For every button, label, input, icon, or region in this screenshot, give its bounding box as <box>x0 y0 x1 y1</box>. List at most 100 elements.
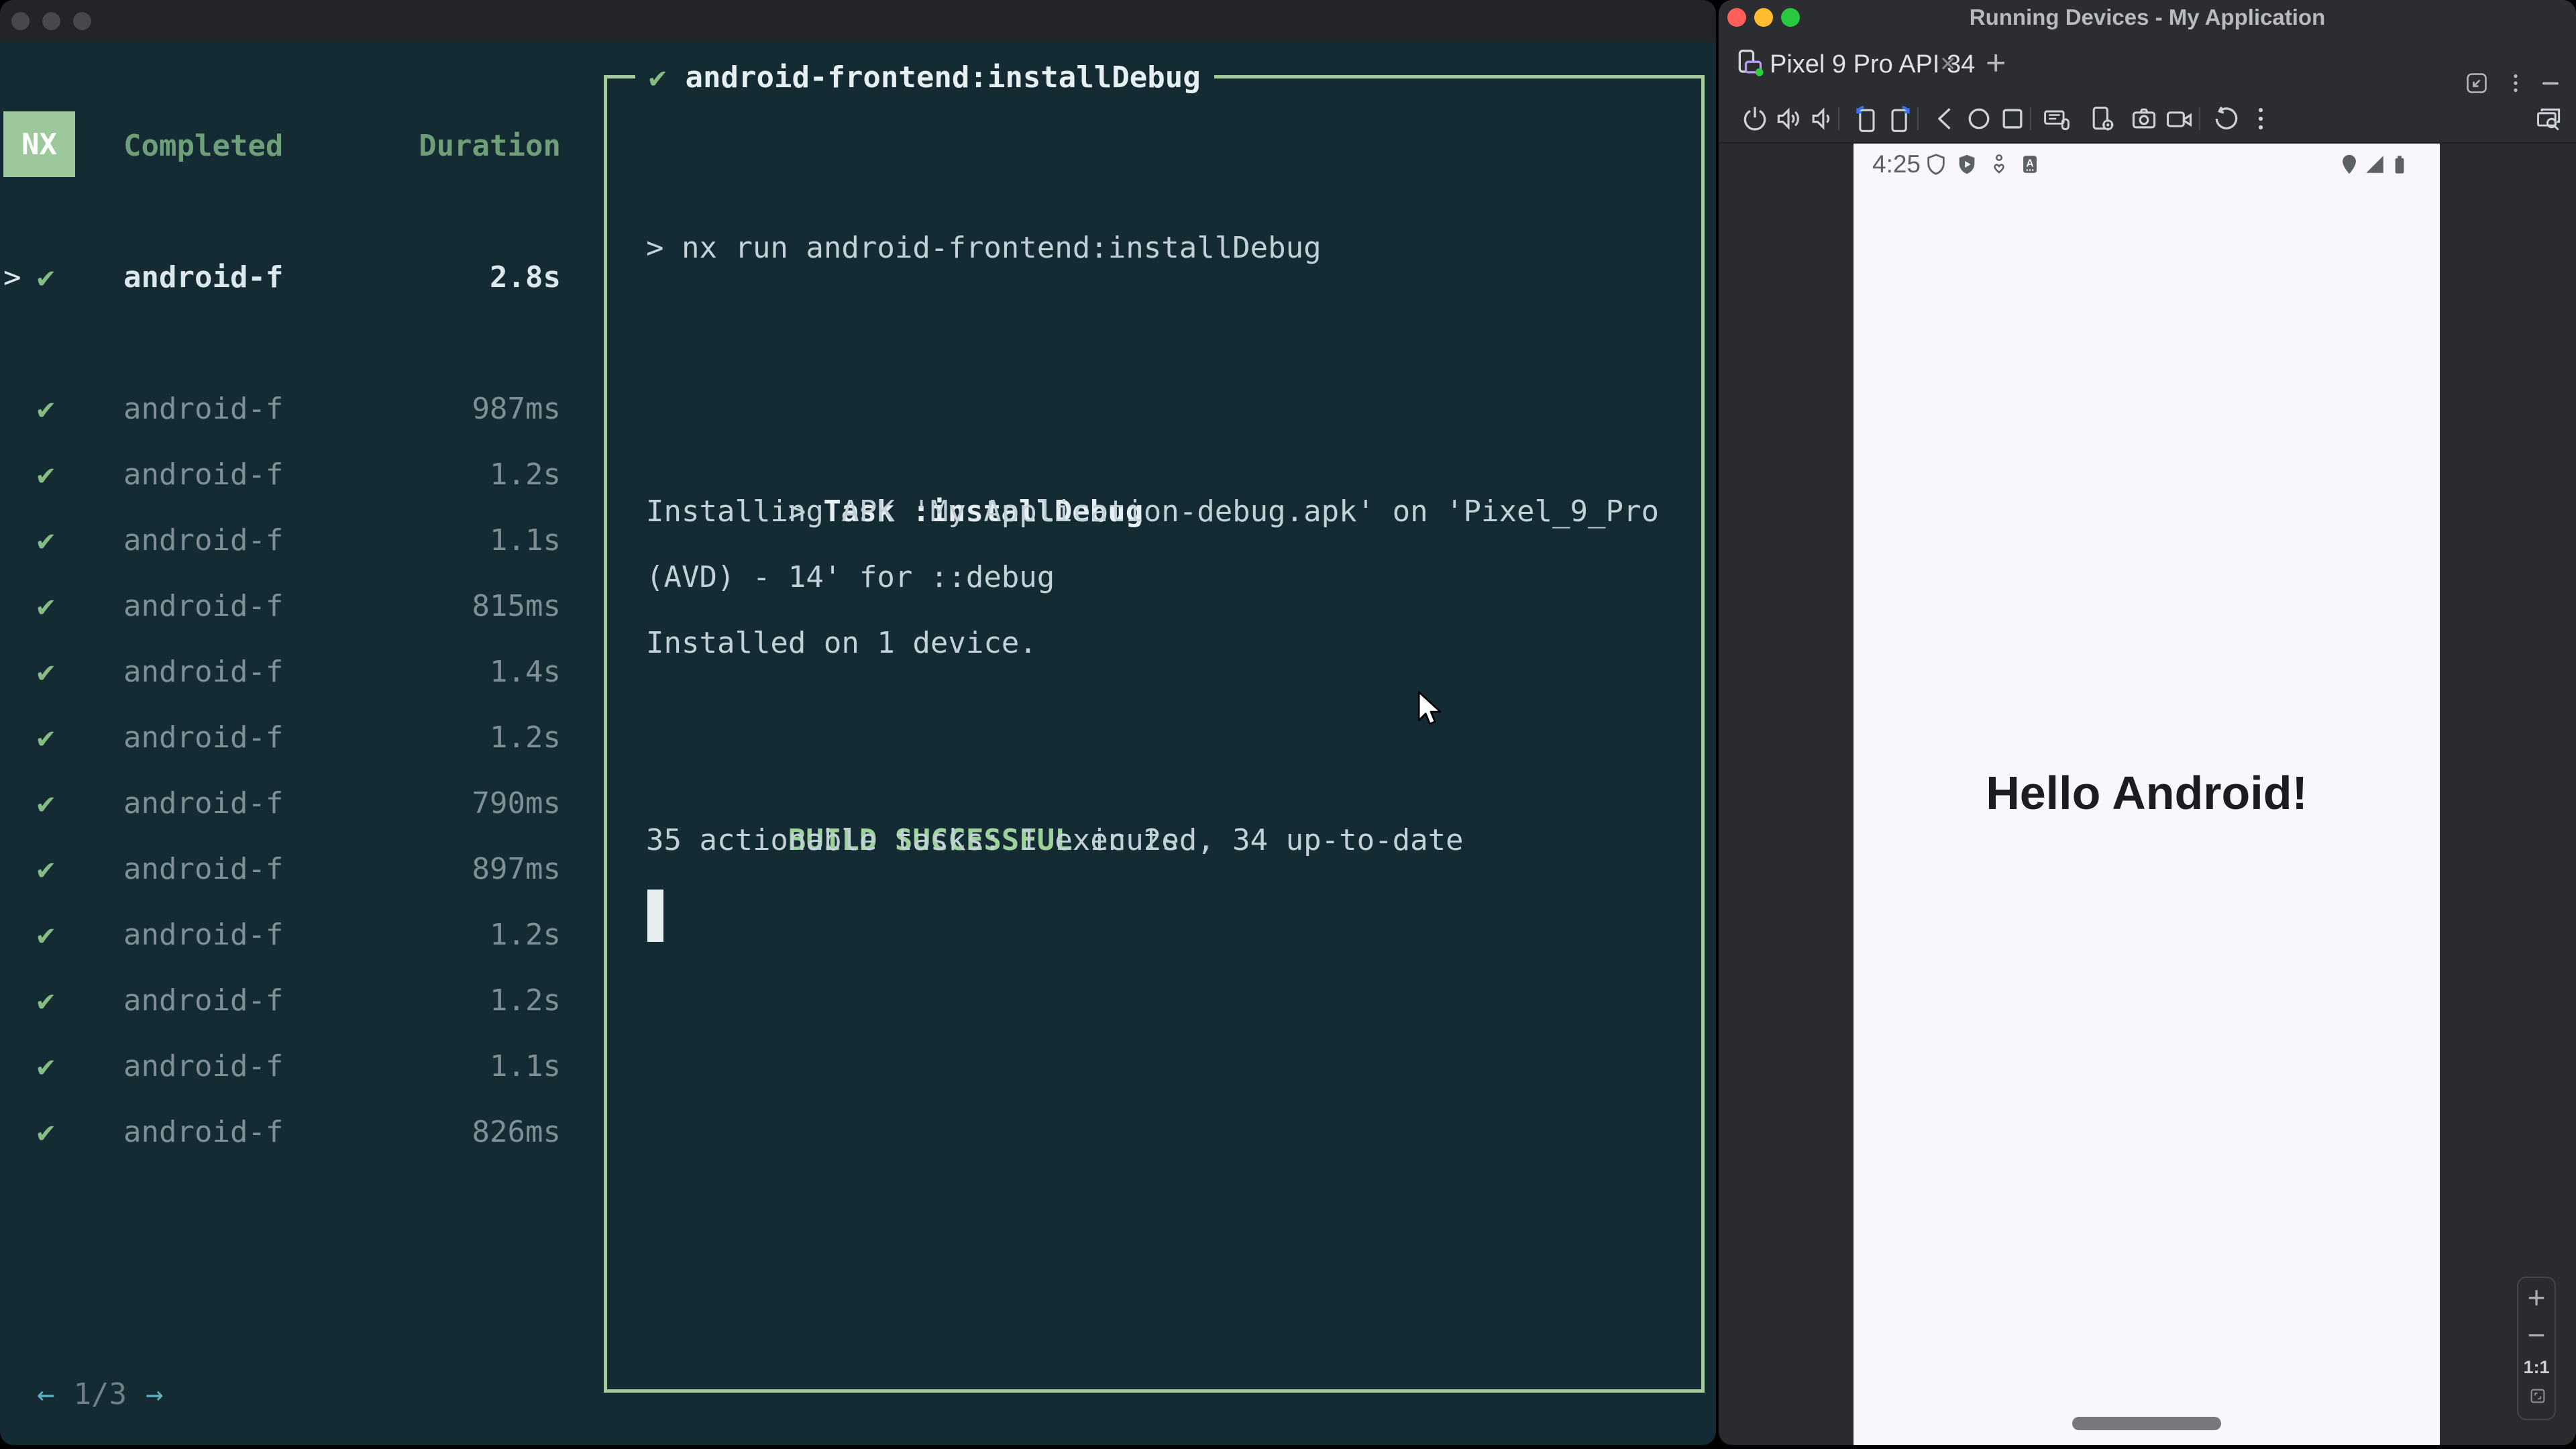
device-toolbar <box>1719 94 2576 144</box>
task-name: android-f <box>123 523 284 557</box>
task-name: android-f <box>123 720 284 755</box>
emulator-screen[interactable]: 4:25 A Hello Android! <box>1854 144 2440 1445</box>
check-icon: ✔ <box>37 720 55 755</box>
task-list-header: Completed Duration <box>0 113 561 179</box>
task-name: android-f <box>123 589 284 623</box>
window-zoom-button[interactable] <box>73 12 91 30</box>
hello-android-text: Hello Android! <box>1986 767 2308 819</box>
success-check-icon: ✔ <box>649 60 667 95</box>
running-devices-window: Running Devices - My Application Pixel 9… <box>1719 0 2576 1445</box>
install-line-2: (AVD) - 14' for ::debug <box>646 560 1055 594</box>
install-line-3: Installed on 1 device. <box>646 626 1037 660</box>
volume-down-icon[interactable] <box>1807 104 1837 133</box>
page-prev-arrow[interactable]: ← <box>37 1377 55 1411</box>
output-task-title: android-frontend:installDebug <box>685 60 1201 95</box>
zoom-in-button[interactable]: + <box>2518 1279 2555 1316</box>
task-row[interactable]: ✔ android-f 1.1s <box>0 1034 561 1099</box>
command-line: > nx run android-frontend:installDebug <box>646 231 1322 265</box>
task-row[interactable]: ✔ android-f 1.2s <box>0 902 561 968</box>
zoom-tools-icon[interactable] <box>2534 104 2564 133</box>
task-name: android-f <box>123 260 284 294</box>
selection-caret-icon: > <box>3 260 21 294</box>
back-icon[interactable] <box>1931 104 1960 133</box>
task-duration: 1.4s <box>490 655 561 689</box>
volume-up-icon[interactable] <box>1774 104 1803 133</box>
device-settings-icon[interactable] <box>2088 104 2117 133</box>
play-protect-icon <box>1959 154 1975 174</box>
task-row-selected[interactable]: > ✔ android-f 2.8s <box>0 245 561 311</box>
task-duration: 1.2s <box>490 720 561 755</box>
screen-record-icon[interactable] <box>2164 104 2194 133</box>
window-close-button[interactable] <box>11 12 30 30</box>
task-row[interactable]: ✔ android-f 826ms <box>0 1099 561 1165</box>
task-row[interactable]: ✔ android-f 815ms <box>0 574 561 639</box>
zoom-out-button[interactable]: − <box>2518 1317 2555 1353</box>
rotate-right-icon[interactable] <box>1885 104 1915 133</box>
task-row[interactable]: ✔ android-f 1.4s <box>0 639 561 705</box>
gradle-task-line: > Task :installDebug <box>646 413 1143 529</box>
window-title: Running Devices - My Application <box>1969 5 2326 30</box>
check-icon: ✔ <box>37 852 55 886</box>
emulator-status-bar: 4:25 A <box>1854 144 2440 186</box>
rotate-left-icon[interactable] <box>1851 104 1881 133</box>
check-icon: ✔ <box>37 1049 55 1083</box>
tab-close-icon[interactable]: × <box>1940 35 1955 94</box>
task-row[interactable]: ✔ android-f 1.2s <box>0 442 561 508</box>
task-list-rows: ✔ android-f 987ms ✔ android-f 1.2s ✔ and… <box>0 376 561 1165</box>
duration-column-header: Duration <box>419 129 561 163</box>
new-tab-button[interactable]: + <box>1986 35 2006 94</box>
terminal-titlebar[interactable] <box>0 0 1716 42</box>
task-row[interactable]: ✔ android-f 1.1s <box>0 508 561 574</box>
zoom-controls: + − 1:1 <box>2517 1277 2556 1420</box>
toolbar-separator <box>2199 107 2200 130</box>
hardware-input-icon[interactable] <box>2042 104 2072 133</box>
task-duration: 2.8s <box>490 260 561 294</box>
toolbar-separator <box>2030 107 2031 130</box>
hide-panel-icon[interactable] <box>2538 71 2563 95</box>
task-name: android-f <box>123 392 284 426</box>
overview-icon[interactable] <box>1998 104 2027 133</box>
completed-column-header: Completed <box>123 129 284 163</box>
zoom-ratio-label[interactable]: 1:1 <box>2518 1357 2555 1378</box>
page-indicator: 1/3 <box>73 1377 127 1411</box>
task-row[interactable]: ✔ android-f 1.2s <box>0 968 561 1034</box>
task-row[interactable]: ✔ android-f 790ms <box>0 771 561 837</box>
svg-text:A: A <box>2026 158 2033 170</box>
page-next-arrow[interactable]: → <box>146 1377 164 1411</box>
mouse-cursor <box>1417 691 1442 725</box>
terminal-output-panel[interactable]: ✔ android-frontend:installDebug > nx run … <box>604 44 1705 1393</box>
task-row[interactable]: ✔ android-f 1.2s <box>0 705 561 771</box>
wellbeing-icon <box>1994 154 2004 174</box>
studio-titlebar[interactable]: Running Devices - My Application <box>1719 0 2576 35</box>
phone-device-icon <box>1738 50 1764 76</box>
build-result-line: BUILD SUCCESSFUL in 2s <box>646 742 1179 857</box>
task-name: android-f <box>123 852 284 886</box>
task-duration: 826ms <box>472 1115 561 1149</box>
check-icon: ✔ <box>37 786 55 820</box>
toolbar-more-icon[interactable] <box>2246 104 2275 133</box>
home-icon[interactable] <box>1964 104 1994 133</box>
nx-tui: NX Completed Duration > ✔ android-f 2.8s… <box>0 42 1716 1445</box>
fit-to-screen-icon[interactable] <box>2528 1387 2547 1405</box>
reset-icon[interactable] <box>2211 104 2241 133</box>
navigation-pill[interactable] <box>2072 1417 2221 1430</box>
task-row[interactable]: ✔ android-f 987ms <box>0 376 561 442</box>
task-name: android-f <box>123 918 284 952</box>
window-minimize-button[interactable] <box>42 12 60 30</box>
check-icon: ✔ <box>37 523 55 557</box>
dock-panel-icon[interactable] <box>2465 71 2489 95</box>
task-duration: 1.1s <box>490 1049 561 1083</box>
check-icon: ✔ <box>37 918 55 952</box>
check-icon: ✔ <box>37 655 55 689</box>
task-duration: 897ms <box>472 852 561 886</box>
screenshot-icon[interactable] <box>2129 104 2159 133</box>
check-icon: ✔ <box>37 458 55 492</box>
shield-outline-icon <box>1927 154 1945 175</box>
task-duration: 1.2s <box>490 458 561 492</box>
power-icon[interactable] <box>1740 104 1770 133</box>
task-name: android-f <box>123 1115 284 1149</box>
more-options-icon[interactable] <box>2504 71 2528 95</box>
task-row[interactable]: ✔ android-f 897ms <box>0 837 561 902</box>
terminal-window: NX Completed Duration > ✔ android-f 2.8s… <box>0 0 1716 1445</box>
task-name: android-f <box>123 458 284 492</box>
